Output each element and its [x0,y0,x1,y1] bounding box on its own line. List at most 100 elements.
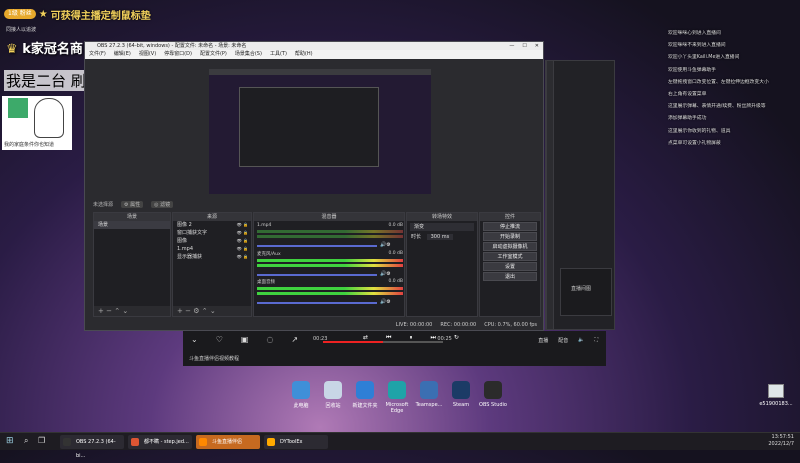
previous-icon[interactable]: ⏮ [386,334,391,342]
obs-preview[interactable] [209,69,431,194]
remove-icon[interactable]: − [106,307,112,315]
taskbar-item[interactable]: 斗鱼直播伴侣 [196,435,260,449]
crown-icon: ★ [38,8,48,20]
menu-item[interactable]: 配置文件(P) [200,50,227,59]
volume-icon[interactable]: 🔊⚙ [380,242,391,248]
level-meter [257,287,403,290]
search-icon[interactable]: ⌕ [24,436,28,446]
taskbar-item[interactable]: OBS 27.2.3 (64-bi... [60,435,124,459]
menu-item[interactable]: 文件(F) [89,50,106,59]
volume-icon[interactable]: 🔊⚙ [380,271,391,277]
taskbar-item[interactable]: DYToolEx [264,435,328,449]
clock-date[interactable]: 2022/12/7 [768,441,794,448]
desktop-icon[interactable]: Teamspe... [412,381,446,408]
taskbar-item[interactable]: 都不瞒 - step.jed... [128,435,192,449]
volume-slider[interactable] [257,273,377,276]
duration-row: 时长 300 ms [407,233,477,241]
menu-item[interactable]: 帮助(H) [295,50,313,59]
background-window [546,60,554,330]
menu-item[interactable]: 工具(T) [270,50,287,59]
desktop-icon[interactable]: 新建文件夹 [348,381,382,409]
pause-icon[interactable]: ⏸ [409,334,412,342]
remove-icon[interactable]: − [185,307,191,315]
windows-start-icon[interactable]: ⊞ [6,436,14,446]
desktop-icon-image [388,381,406,399]
minimize-icon[interactable]: — [509,42,514,50]
control-button[interactable]: 设置 [483,262,537,271]
transition-select[interactable]: 渐变 [410,223,474,231]
chat-panel: 欢迎咪咪心到进入直播间 欢迎咪咪不来到进入直播间 欢迎小丫头里Kaili.Me进入直… [668,30,788,152]
taskbar-item-label: DYToolEx [280,439,303,445]
volume-icon[interactable]: 🔈 [578,337,584,344]
source-item[interactable]: 显示器捕获 👁 🔒 [173,253,251,261]
down-icon[interactable]: ⌄ [210,307,216,315]
control-button[interactable]: 开始录制 [483,232,537,241]
volume-icon[interactable]: 🔊⚙ [380,299,391,305]
media-player: ⌄ ♡ ▣ ◌ ↗ 00:23 00:25 ⇄ ⏮ ⏸ ⏭ ↻ 直播 配音 🔈 … [183,331,606,366]
channel-db: 0.0 dB [388,251,403,256]
volume-slider[interactable] [257,244,377,247]
player-right-icons: 直播 配音 🔈 ⛶ [538,337,598,344]
close-icon[interactable]: ✕ [535,42,539,50]
clock-time[interactable]: 13:57:51 [768,434,794,441]
level-meter [257,235,403,238]
share-icon[interactable]: ↗ [291,335,298,344]
sources-dock: 来源 图像 2 👁 🔒 窗口捕获文字 👁 🔒 图像 👁 🔒 1.mp4 👁 🔒 显示器捕获 👁 🔒… [172,212,252,317]
scenes-footer: + − ⌃ ⌄ [94,306,170,316]
channel-label-row: 麦克风/Aux 0.0 dB [257,251,403,257]
properties-button[interactable]: ⚙ 属性 [121,200,144,208]
menu-item[interactable]: 视图(V) [139,50,156,59]
live-label[interactable]: 直播 [538,337,548,344]
volume-slider[interactable] [257,301,377,304]
repeat-icon[interactable]: ↻ [454,334,459,342]
control-button[interactable]: 停止推流 [483,222,537,231]
chevron-down-icon[interactable]: ⌄ [191,335,198,344]
eye-lock-icon[interactable]: 👁 🔒 [237,253,248,261]
source-item[interactable]: 图像 👁 🔒 [173,237,251,245]
scene-item[interactable]: 场景 [94,221,170,229]
menu-item[interactable]: 停靠窗口(D) [164,50,192,59]
side-icon-label[interactable]: 直播间图 [571,285,591,292]
heart-icon[interactable]: ♡ [216,335,223,344]
comment-icon[interactable]: ◌ [266,335,273,344]
right-shortcut[interactable]: e51900183... [758,384,794,407]
eye-lock-icon[interactable]: 👁 🔒 [237,221,248,229]
desktop-icon[interactable]: OBS Studio [476,381,510,408]
add-icon[interactable]: + [98,307,104,315]
taskview-icon[interactable]: ❐ [38,436,45,445]
chat-message: 左键拖拽窗口改变位置、左键拉伸边框改变大小 [668,79,769,85]
eye-lock-icon[interactable]: 👁 🔒 [237,237,248,245]
eye-lock-icon[interactable]: 👁 🔒 [237,229,248,237]
desktop-icon[interactable]: 回收站 [316,381,350,409]
menu-item[interactable]: 编辑(E) [114,50,131,59]
next-icon[interactable]: ⏭ [430,334,435,342]
menu-item[interactable]: 场景集合(S) [235,50,262,59]
down-icon[interactable]: ⌄ [122,307,128,315]
source-item[interactable]: 1.mp4 👁 🔒 [173,245,251,253]
shuffle-icon[interactable]: ⇄ [363,334,368,342]
properties-label: 属性 [130,201,141,208]
control-button[interactable]: 工作室模式 [483,252,537,261]
context-bar: 未选择源 ⚙ 属性 ◎ 滤镜 [93,199,538,209]
fullscreen-icon[interactable]: ⛶ [594,337,598,344]
system-tray: 13:57:51 2022/12/7 [768,434,794,448]
source-item[interactable]: 窗口捕获文字 👁 🔒 [173,229,251,237]
add-icon[interactable]: + [177,307,183,315]
source-item[interactable]: 图像 2 👁 🔒 [173,221,251,229]
desktop-icon[interactable]: 此电脑 [284,381,318,409]
volume-row: 🔊⚙ [257,295,403,305]
up-icon[interactable]: ⌃ [202,307,208,315]
filters-button[interactable]: ◎ 滤镜 [151,200,174,208]
channel-label-row: 1.mp4 0.0 dB [257,223,403,228]
up-icon[interactable]: ⌃ [114,307,120,315]
save-icon[interactable]: ▣ [241,335,249,344]
duration-input[interactable]: 300 ms [426,234,454,240]
maximize-icon[interactable]: ☐ [522,42,526,50]
dub-label[interactable]: 配音 [558,337,568,344]
desktop-icon[interactable]: Microsoft Edge [380,381,414,414]
control-button[interactable]: 启动虚拟摄像机 [483,242,537,251]
control-button[interactable]: 退出 [483,272,537,281]
gear-icon[interactable]: ⚙ [193,307,199,315]
desktop-icon[interactable]: Steam [444,381,478,408]
eye-lock-icon[interactable]: 👁 🔒 [237,245,248,253]
